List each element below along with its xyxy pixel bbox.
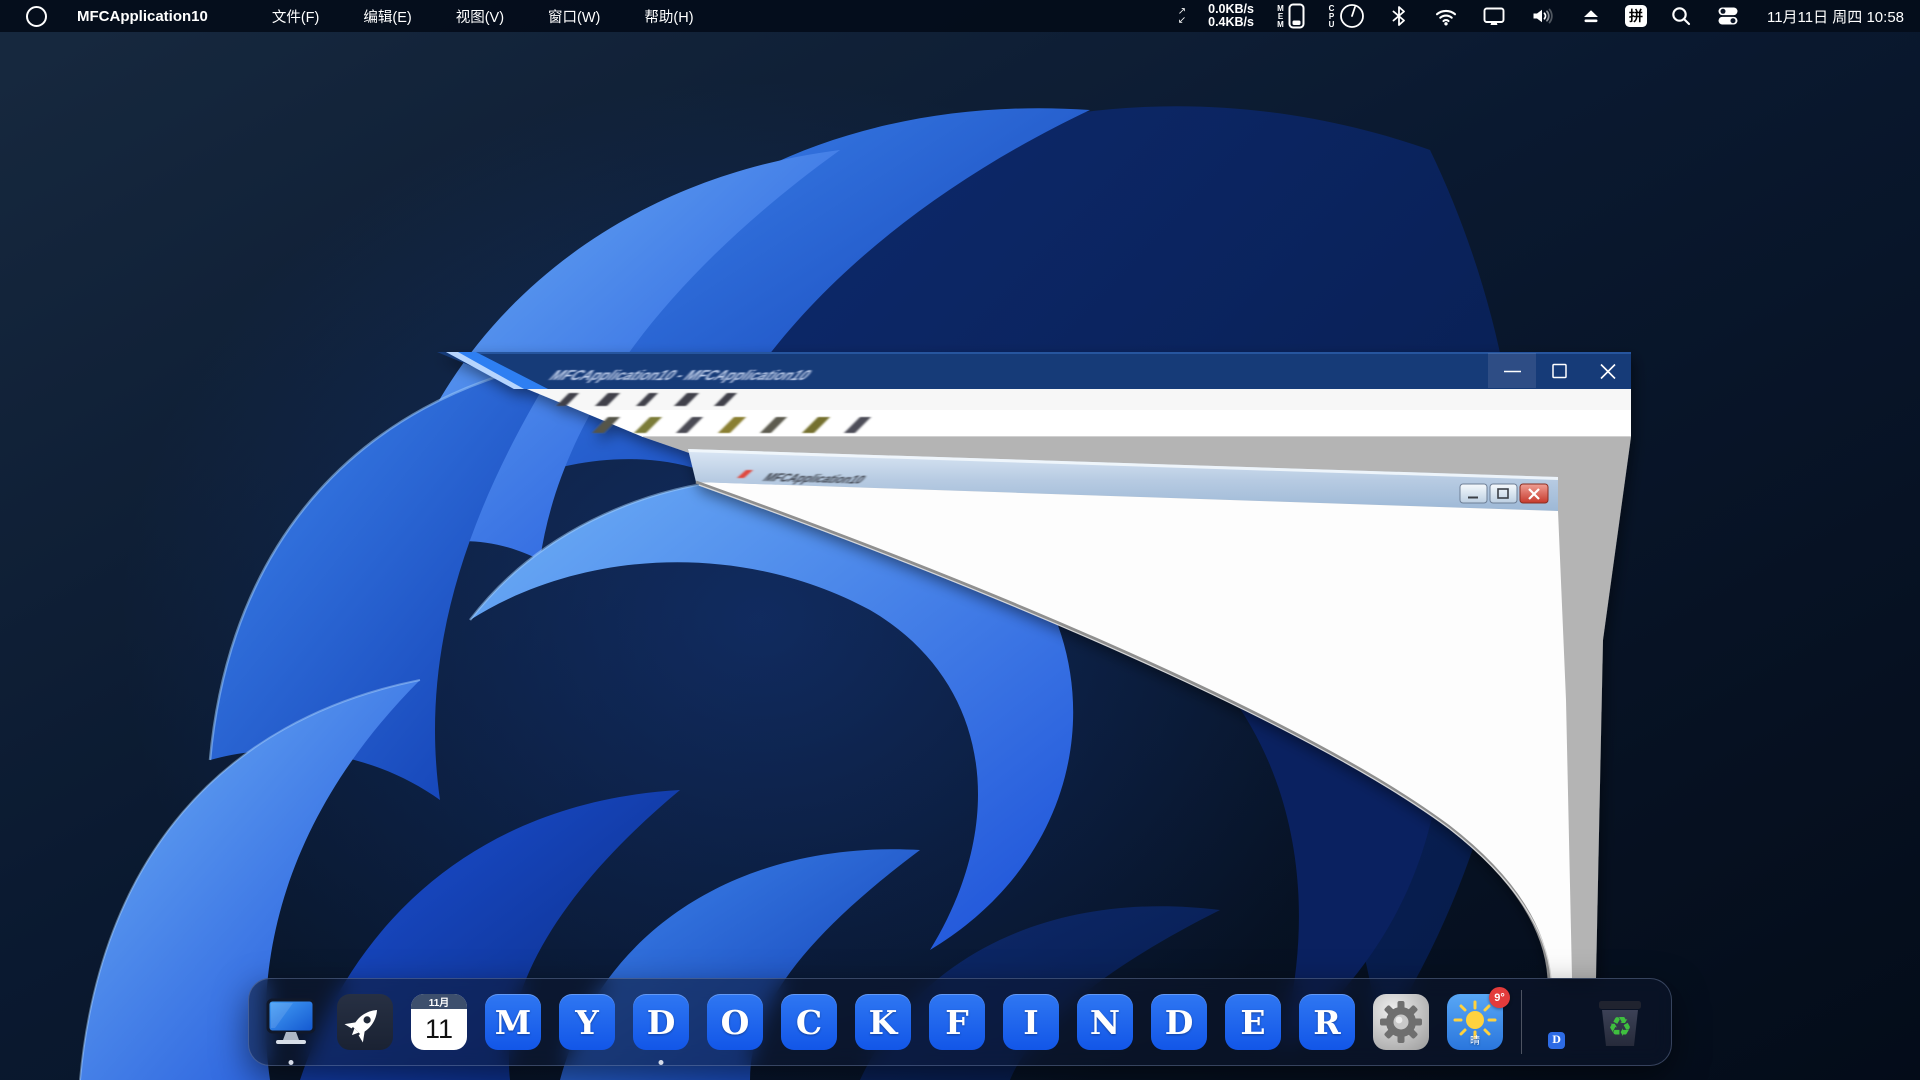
menu-help[interactable]: 帮助(H) [644, 6, 693, 27]
dock-item-letter-n[interactable]: N [1077, 994, 1133, 1050]
trash-icon: ♻ [1592, 994, 1648, 1050]
letter-glyph: O [721, 1003, 750, 1042]
input-method-icon[interactable]: 拼 [1625, 5, 1647, 27]
inner-maximize-button[interactable] [1490, 484, 1517, 503]
menu-window[interactable]: 窗口(W) [548, 6, 600, 27]
running-indicator [659, 1060, 664, 1065]
wifi-icon[interactable] [1433, 4, 1459, 28]
dock-item-desktop[interactable] [263, 994, 319, 1050]
apple-menu-icon[interactable] [26, 6, 47, 27]
desktop: { "menu_bar": { "logo": "circle-logo", "… [0, 0, 1920, 1080]
control-center-icon[interactable] [1715, 4, 1741, 28]
inner-window-title: MFCApplication10 [760, 471, 870, 486]
menu-edit[interactable]: 编辑(E) [363, 6, 411, 27]
minimized-window-badge[interactable]: D [1548, 1032, 1565, 1049]
dock-item-letter-d2[interactable]: D [1151, 994, 1207, 1050]
network-arrows-icon[interactable]: ↗ ↙ [1178, 7, 1186, 25]
inner-close-button[interactable] [1520, 484, 1548, 503]
dock: 11月 11 M Y D O C K F I N D E R [248, 978, 1672, 1066]
window-title: MFCApplication10 - MFCApplication10 [545, 367, 816, 383]
cpu-gauge[interactable]: CPU [1327, 3, 1365, 29]
calendar-month: 11月 [411, 994, 467, 1009]
inner-window-content [696, 482, 1572, 978]
letter-glyph: C [796, 1003, 822, 1042]
eject-icon[interactable] [1579, 4, 1603, 28]
ime-glyph: 拼 [1629, 6, 1643, 26]
dock-minimized-area: D [1540, 994, 1574, 1050]
app-menus: 文件(F) 编辑(E) 视图(V) 窗口(W) 帮助(H) [272, 6, 694, 27]
active-app-name[interactable]: MFCApplication10 [77, 8, 208, 25]
dock-item-letter-f[interactable]: F [929, 994, 985, 1050]
letter-glyph: K [869, 1003, 898, 1042]
status-tray: ↗ ↙ 0.0KB/s 0.4KB/s MEM CPU [1178, 3, 1920, 29]
letter-glyph: M [495, 1003, 532, 1042]
dock-item-calendar[interactable]: 11月 11 [411, 994, 467, 1050]
mem-label: MEM [1276, 4, 1284, 28]
cpu-dial-icon [1339, 3, 1365, 29]
monitor-icon [263, 994, 319, 1050]
dock-item-letter-m[interactable]: M [485, 994, 541, 1050]
menu-view[interactable]: 视图(V) [456, 6, 504, 27]
memory-gauge[interactable]: MEM [1276, 3, 1305, 29]
dock-item-letter-e[interactable]: E [1225, 994, 1281, 1050]
bluetooth-icon[interactable] [1387, 4, 1411, 28]
dock-divider [1521, 990, 1522, 1054]
search-icon[interactable] [1669, 4, 1693, 28]
net-down-speed: 0.4KB/s [1208, 16, 1254, 29]
letter-glyph: D [1165, 1003, 1194, 1042]
dock-item-weather[interactable]: 晴 9° [1447, 994, 1503, 1050]
dock-item-settings[interactable] [1373, 994, 1429, 1050]
mfc-window-warped: MFCApplication10 - MFCApplication10 [0, 0, 1920, 1080]
letter-glyph: I [1023, 1003, 1038, 1042]
dock-item-trash[interactable]: ♻ [1592, 994, 1648, 1050]
letter-glyph: Y [575, 1003, 599, 1042]
rocket-icon [337, 994, 393, 1050]
weather-condition: 晴 [1447, 1032, 1503, 1047]
letter-glyph: F [945, 1003, 968, 1042]
inner-minimize-button[interactable] [1460, 484, 1487, 503]
dock-item-letter-d1[interactable]: D [633, 994, 689, 1050]
dock-item-letter-c[interactable]: C [781, 994, 837, 1050]
gear-icon [1373, 994, 1429, 1050]
dock-item-letter-k[interactable]: K [855, 994, 911, 1050]
cpu-label: CPU [1327, 4, 1335, 28]
dock-item-letter-r[interactable]: R [1299, 994, 1355, 1050]
dock-item-letter-o[interactable]: O [707, 994, 763, 1050]
network-speed[interactable]: 0.0KB/s 0.4KB/s [1208, 3, 1254, 29]
memory-battery-icon [1288, 3, 1305, 29]
svg-text:♻: ♻ [1608, 1012, 1632, 1043]
dock-item-launchpad[interactable] [337, 994, 393, 1050]
menu-bar-clock[interactable]: 11月11日 周四 10:58 [1767, 6, 1904, 27]
letter-glyph: E [1240, 1003, 1265, 1042]
running-indicator [289, 1060, 294, 1065]
menu-file[interactable]: 文件(F) [272, 6, 320, 27]
dock-item-letter-i[interactable]: I [1003, 994, 1059, 1050]
letter-glyph: R [1313, 1003, 1340, 1042]
display-icon[interactable] [1481, 4, 1507, 28]
weather-temp-badge: 9° [1489, 987, 1510, 1008]
window-menu-strip [527, 389, 1631, 410]
volume-icon[interactable] [1529, 4, 1557, 28]
letter-glyph: D [647, 1003, 676, 1042]
menu-bar: MFCApplication10 文件(F) 编辑(E) 视图(V) 窗口(W)… [0, 0, 1920, 32]
calendar-day: 11 [411, 1009, 467, 1050]
dock-item-letter-y[interactable]: Y [559, 994, 615, 1050]
letter-glyph: N [1090, 1003, 1120, 1042]
